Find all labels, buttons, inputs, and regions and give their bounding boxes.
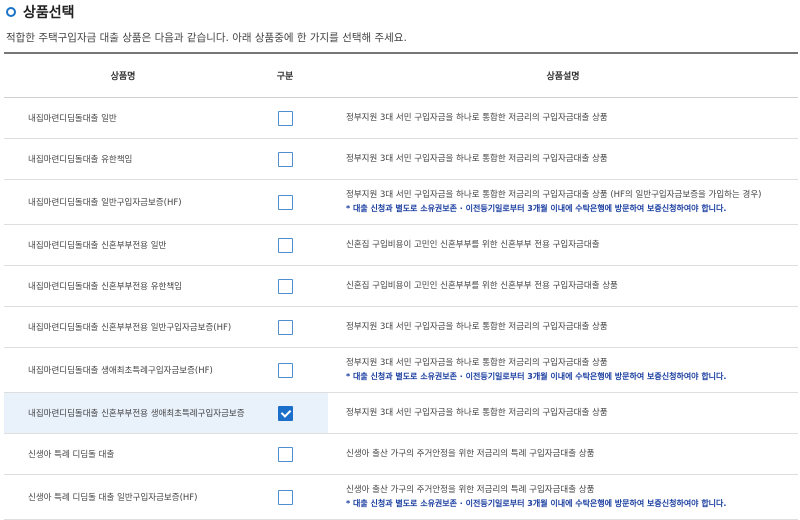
product-description-cell: 정부지원 3대 서민 구입자금을 하나로 통합한 저금리의 구입자금대출 상품 [328,306,798,348]
product-checkbox[interactable] [277,489,293,505]
product-description: 신생아 출산 가구의 주거안정을 위한 저금리의 특례 구입자금대출 상품 [346,485,595,495]
product-description: 정부지원 3대 서민 구입자금을 하나로 통합한 저금리의 구입자금대출 상품 [346,407,608,418]
section-title: 상품선택 [6,2,75,22]
column-header-product-name: 상품명 [4,52,242,98]
product-name: 내집마련디딤돌대출 신혼부부전용 일반구입자금보증(HF) [4,306,242,348]
select-cell [242,179,328,225]
product-description: 정부지원 3대 서민 구입자금을 하나로 통합한 저금리의 구입자금대출 상품 … [346,190,762,200]
product-checkbox[interactable] [277,194,293,210]
product-name: 내집마련디딤돌대출 일반 [4,97,242,139]
select-cell [242,433,328,475]
product-name: 신생아 특례 디딤돌 대출 [4,433,242,475]
product-name: 신생아 특례 디딤돌 대출 일반구입자금보증(HF) [4,474,242,520]
product-table: 상품명 구분 상품설명 내집마련디딤돌대출 일반정부지원 3대 서민 구입자금을… [4,52,798,520]
select-cell [242,347,328,393]
product-description-cell: 신혼집 구입비용이 고민인 신혼부부를 위한 신혼부부 전용 구입자금대출 상품 [328,265,798,307]
product-description-cell: 정부지원 3대 서민 구입자금을 하나로 통합한 저금리의 구입자금대출 상품 [328,138,798,180]
guarantee-notice: * 대출 신청과 별도로 소유권보존 · 이전등기일로부터 3개월 이내에 수탁… [346,499,727,508]
select-cell [242,265,328,307]
table-row[interactable]: 내집마련디딤돌대출 신혼부부전용 일반구입자금보증(HF) 정부지원 3대 서민 … [4,306,798,348]
product-description: 신혼집 구입비용이 고민인 신혼부부를 위한 신혼부부 전용 구입자금대출 상품 [346,280,618,291]
table-row[interactable]: 내집마련디딤돌대출 생애최초특례구입자금보증(HF) 정부지원 3대 서민 구입자… [4,347,798,393]
table-row[interactable]: 내집마련디딤돌대출 유한책임 정부지원 3대 서민 구입자금을 하나로 통합한 저… [4,138,798,180]
page-title: 상품선택 [23,5,75,21]
select-cell [242,138,328,180]
product-name: 내집마련디딤돌대출 신혼부부전용 유한책임 [4,265,242,307]
product-checkbox[interactable] [277,319,293,335]
guarantee-notice: * 대출 신청과 별도로 소유권보존 · 이전등기일로부터 3개월 이내에 수탁… [346,372,727,381]
select-cell [242,474,328,520]
product-description-cell: 신혼집 구입비용이 고민인 신혼부부를 위한 신혼부부 전용 구입자금대출 [328,224,798,266]
product-checkbox[interactable] [277,110,293,126]
product-checkbox-checked[interactable] [277,405,293,421]
column-header-select: 구분 [242,52,328,98]
product-checkbox[interactable] [277,446,293,462]
table-header-row: 상품명 구분 상품설명 [4,52,798,98]
product-description: 신혼집 구입비용이 고민인 신혼부부를 위한 신혼부부 전용 구입자금대출 [346,239,600,250]
product-description: 정부지원 3대 서민 구입자금을 하나로 통합한 저금리의 구입자금대출 상품 [346,321,608,332]
table-row[interactable]: 내집마련디딤돌대출 신혼부부전용 일반 신혼집 구입비용이 고민인 신혼부부를 위… [4,224,798,266]
table-row[interactable]: 신생아 특례 디딤돌 대출 일반구입자금보증(HF) 신생아 출산 가구의 주거안… [4,474,798,520]
column-header-description: 상품설명 [328,52,798,98]
select-cell [242,392,328,434]
select-cell [242,97,328,139]
table-row[interactable]: 내집마련디딤돌대출 일반구입자금보증(HF) 정부지원 3대 서민 구입자금을 하… [4,179,798,225]
select-cell [242,224,328,266]
product-description-cell: 신생아 출산 가구의 주거안정을 위한 저금리의 특례 구입자금대출 상품 [328,433,798,475]
product-name: 내집마련디딤돌대출 일반구입자금보증(HF) [4,179,242,225]
circle-bullet-icon [6,7,16,17]
guarantee-notice: * 대출 신청과 별도로 소유권보존 · 이전등기일로부터 3개월 이내에 수탁… [346,204,727,213]
product-description: 정부지원 3대 서민 구입자금을 하나로 통합한 저금리의 구입자금대출 상품 [346,153,608,164]
product-checkbox[interactable] [277,237,293,253]
product-table-body: 내집마련디딤돌대출 일반정부지원 3대 서민 구입자금을 하나로 통합한 저금리… [4,97,798,520]
product-description-cell: 정부지원 3대 서민 구입자금을 하나로 통합한 저금리의 구입자금대출 상품 … [328,179,798,225]
table-row[interactable]: 신생아 특례 디딤돌 대출 신생아 출산 가구의 주거안정을 위한 저금리의 특례… [4,433,798,475]
product-description-cell: 정부지원 3대 서민 구입자금을 하나로 통합한 저금리의 구입자금대출 상품 [328,392,798,434]
product-description-cell: 신생아 출산 가구의 주거안정을 위한 저금리의 특례 구입자금대출 상품 * 대… [328,474,798,520]
product-description: 신생아 출산 가구의 주거안정을 위한 저금리의 특례 구입자금대출 상품 [346,448,595,459]
intro-text: 적합한 주택구입자금 대출 상품은 다음과 같습니다. 아래 상품중에 한 가지… [6,32,407,44]
product-description-cell: 정부지원 3대 서민 구입자금을 하나로 통합한 저금리의 구입자금대출 상품 *… [328,347,798,393]
product-name: 내집마련디딤돌대출 신혼부부전용 생애최초특례구입자금보증 [4,392,245,434]
product-name: 내집마련디딤돌대출 유한책임 [4,138,242,180]
product-name: 내집마련디딤돌대출 신혼부부전용 일반 [4,224,242,266]
table-row[interactable]: 내집마련디딤돌대출 신혼부부전용 유한책임 신혼집 구입비용이 고민인 신혼부부를… [4,265,798,307]
table-row[interactable]: 내집마련디딤돌대출 일반 정부지원 3대 서민 구입자금을 하나로 통합한 저금리… [4,97,798,139]
select-cell [242,306,328,348]
product-checkbox[interactable] [277,278,293,294]
product-checkbox[interactable] [277,362,293,378]
product-description-cell: 정부지원 3대 서민 구입자금을 하나로 통합한 저금리의 구입자금대출 상품 [328,97,798,139]
product-description: 정부지원 3대 서민 구입자금을 하나로 통합한 저금리의 구입자금대출 상품 [346,112,608,123]
product-name: 내집마련디딤돌대출 생애최초특례구입자금보증(HF) [4,347,242,393]
product-description: 정부지원 3대 서민 구입자금을 하나로 통합한 저금리의 구입자금대출 상품 [346,358,608,368]
product-checkbox[interactable] [277,151,293,167]
table-row[interactable]: 내집마련디딤돌대출 신혼부부전용 생애최초특례구입자금보증 정부지원 3대 서민 … [4,392,798,434]
